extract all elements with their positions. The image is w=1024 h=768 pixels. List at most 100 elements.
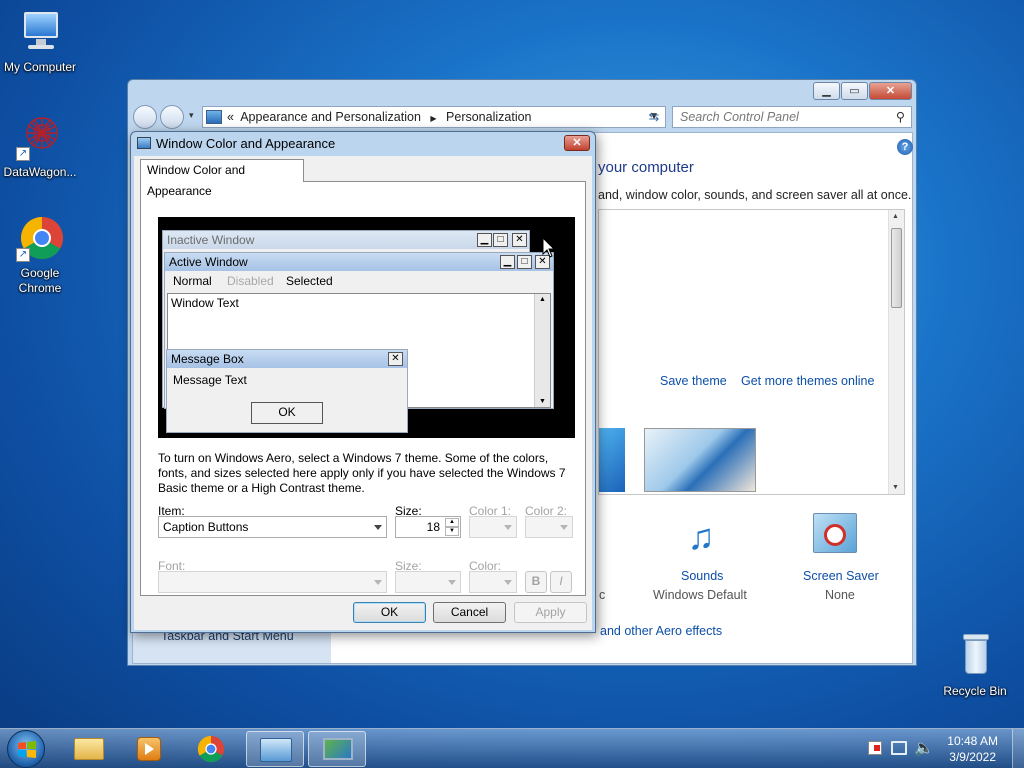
font-size-dropdown[interactable] [395,571,461,593]
taskbar-control-panel[interactable] [246,731,304,767]
recent-pages-chevron-icon[interactable]: ▾ [189,110,194,121]
system-clock[interactable]: 10:48 AM 3/9/2022 [947,733,998,765]
color1-picker[interactable] [469,516,517,538]
page-subheading: and, window color, sounds, and screen sa… [598,188,912,202]
dropdown-arrow-icon [448,580,456,585]
taskbar-display-settings[interactable] [308,731,366,767]
theme-list-scrollbar[interactable]: ▲ ▼ [888,210,904,494]
scroll-thumb[interactable] [891,228,902,308]
desktop-icon-label: Recycle Bin [943,684,1007,698]
preview-message-text: Message Text [173,373,247,387]
preview-menu-normal: Normal [173,274,212,288]
desktop-icon-label: My Computer [3,60,77,74]
taskbar-media-player[interactable] [121,731,179,767]
theme-thumbnail-2[interactable] [644,428,756,492]
color2-picker[interactable] [525,516,573,538]
minimize-button[interactable]: ▁ [813,82,840,100]
spin-down-icon[interactable]: ▼ [445,527,459,536]
preview-ok-button: OK [251,402,323,424]
item-dropdown[interactable]: Caption Buttons [158,516,387,538]
maximize-icon: □ [493,233,508,247]
desktop-icon-recycle-bin[interactable]: Recycle Bin [935,632,1015,699]
action-center-icon[interactable] [868,741,882,755]
sounds-link[interactable]: Sounds [681,569,723,583]
screen-saver-icon[interactable] [813,513,857,553]
sounds-value: Windows Default [653,588,747,602]
breadcrumb-prefix: « [227,110,234,124]
dropdown-arrow-icon [504,525,512,530]
back-button[interactable] [133,105,157,129]
desktop-icon-my-computer[interactable]: My Computer [0,8,80,75]
chrome-icon [197,735,225,763]
apply-button[interactable]: Apply [514,602,587,623]
address-bar[interactable]: « Appearance and Personalization ▶ Perso… [202,106,666,128]
preview-menu-selected: Selected [286,274,333,288]
scroll-up-icon[interactable]: ▲ [892,213,899,220]
cancel-button[interactable]: Cancel [433,602,506,623]
dialog-body: Window Color and Appearance Inactive Win… [134,156,592,630]
preview-window-text: Window Text [171,296,239,310]
screen-saver-value: None [825,588,855,602]
close-icon: ✕ [512,233,527,247]
refresh-button[interactable]: ⇆ [644,107,664,127]
desktop-icon-datawagon[interactable]: ↗ DataWagon... [0,113,80,180]
display-icon [323,738,353,760]
desktop-icon-label: Google Chrome [18,266,62,295]
theme-thumbnail-1[interactable] [599,428,625,492]
preview-msgbox-title: Message Box [167,350,407,368]
tab-window-color-appearance[interactable]: Window Color and Appearance [140,159,304,198]
item-value: Caption Buttons [163,520,249,534]
close-button[interactable]: ✕ [869,82,912,100]
sounds-icon[interactable]: ♫ [673,513,729,561]
save-theme-link[interactable]: Save theme [660,374,727,388]
minimize-icon: ▁ [500,255,515,269]
preview-message-box[interactable]: Message Box ✕ Message Text OK [166,349,408,433]
dropdown-arrow-icon [504,580,512,585]
size-value: 18 [426,520,440,534]
volume-icon[interactable]: 🔈 [914,738,934,758]
shortcut-arrow-icon: ↗ [16,147,30,161]
italic-button[interactable]: I [550,571,572,593]
network-icon[interactable] [891,741,907,755]
desktop-icon-google-chrome[interactable]: ↗ Google Chrome [0,214,80,296]
windows-logo-icon [18,741,36,758]
tab-panel: Inactive Window ▁ □ ✕ Active Window ▁ □ … [140,181,586,596]
clock-time: 10:48 AM [947,734,998,748]
size-spinner[interactable]: 18 ▲ ▼ [395,516,461,538]
get-more-themes-link[interactable]: Get more themes online [741,374,874,388]
dropdown-arrow-icon [560,525,568,530]
screen-saver-link[interactable]: Screen Saver [803,569,879,583]
minimize-icon: ▁ [477,233,492,247]
window-controls: ▁ ▭ ✕ [813,82,912,100]
scroll-down-icon[interactable]: ▼ [892,484,899,491]
maximize-button[interactable]: ▭ [841,82,868,100]
play-icon [145,743,154,755]
forward-button[interactable] [160,105,184,129]
breadcrumb-separator-icon: ▶ [430,114,437,123]
control-panel-icon [260,738,292,762]
desktop-icon-label: DataWagon... [3,165,77,179]
taskbar-chrome[interactable] [182,731,240,767]
spin-up-icon[interactable]: ▲ [445,518,459,527]
font-color-picker[interactable] [469,571,517,593]
breadcrumb-appearance[interactable]: Appearance and Personalization [240,110,421,124]
aero-effects-link[interactable]: and other Aero effects [600,624,722,638]
help-icon[interactable]: ? [897,139,913,155]
bold-button[interactable]: B [525,571,547,593]
preview-inactive-title: Inactive Window [163,231,529,249]
dialog-close-button[interactable]: ✕ [564,135,590,151]
font-dropdown[interactable] [158,571,387,593]
aero-info-text: To turn on Windows Aero, select a Window… [158,451,566,495]
ok-button[interactable]: OK [353,602,426,623]
breadcrumb-personalization[interactable]: Personalization [446,110,531,124]
clock-date: 3/9/2022 [949,750,996,764]
search-icon[interactable]: ⚲ [896,107,905,127]
appearance-preview[interactable]: Inactive Window ▁ □ ✕ Active Window ▁ □ … [158,217,575,438]
datawagon-icon: ↗ [16,113,64,161]
chrome-icon: ↗ [16,214,64,262]
taskbar-explorer[interactable] [60,731,118,767]
computer-icon [16,8,64,56]
search-input[interactable]: Search Control Panel ⚲ [672,106,912,128]
show-desktop-button[interactable] [1012,729,1024,768]
start-button[interactable] [7,730,45,768]
